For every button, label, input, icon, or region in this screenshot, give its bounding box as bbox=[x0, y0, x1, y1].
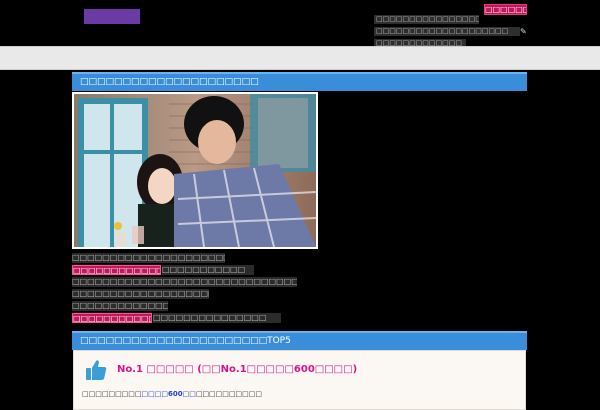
site-logo[interactable] bbox=[84, 9, 140, 24]
body-line-5: □□□□□□□□□□□□□□□□□□□□□ bbox=[72, 301, 168, 311]
body-line-4: □□□□□□□□□□□□□□□□□□□□□□□□□□□□□ bbox=[72, 289, 209, 299]
body-line-3: □□□□□□□□□□□□□□□□□□□□□□□□□□□□□□□□□□□□ bbox=[72, 277, 297, 287]
section-header-top5: □□□□□□□□□□□□□□□□□□□□□□TOP5 bbox=[72, 331, 527, 350]
header-mark-icon: ✎ bbox=[520, 27, 527, 36]
ranking-card-1 bbox=[73, 350, 526, 410]
thumbs-up-icon bbox=[86, 360, 107, 380]
nav-band bbox=[0, 46, 600, 70]
header-line-1: □□□□□□□□□□□□□□□□ bbox=[374, 15, 479, 24]
section-header-intro: □□□□□□□□□□□□□□□□□□□□□ bbox=[72, 72, 527, 91]
rank1-text-highlight: □□□□600□□ bbox=[141, 390, 196, 398]
body-line-6: □□□□□□□□□□□□□□□ bbox=[153, 313, 281, 323]
couple-cafe-photo bbox=[74, 94, 316, 247]
header-line-2: □□□□□□□□□□□□□□□□□□□□ bbox=[374, 27, 520, 36]
rank1-title[interactable]: No.1 □□□□□ (□□No.1□□□□□600□□□□) bbox=[117, 364, 357, 375]
body-link-1[interactable]: □□□□□□□□□□□□□□□□□□ bbox=[72, 265, 161, 275]
body-line-2: □□□□□□□□□□□ bbox=[162, 265, 254, 275]
rank1-text-post: □□□□□□□□□□ bbox=[195, 390, 262, 398]
rank1-text: □□□□□□□□□□□□□600□□□□□□□□□□□□ bbox=[82, 390, 262, 398]
rank1-text-pre: □□□□□□□□□ bbox=[82, 390, 142, 398]
header-top-button[interactable]: □□□□□□□ bbox=[484, 4, 527, 15]
body-line-1: □□□□□□□□□□□□□□□□□□□□□□□□□□ bbox=[72, 253, 225, 263]
hero-photo bbox=[72, 92, 318, 249]
body-link-2[interactable]: □□□□□□□□□□□□□□□□□ bbox=[72, 313, 152, 323]
